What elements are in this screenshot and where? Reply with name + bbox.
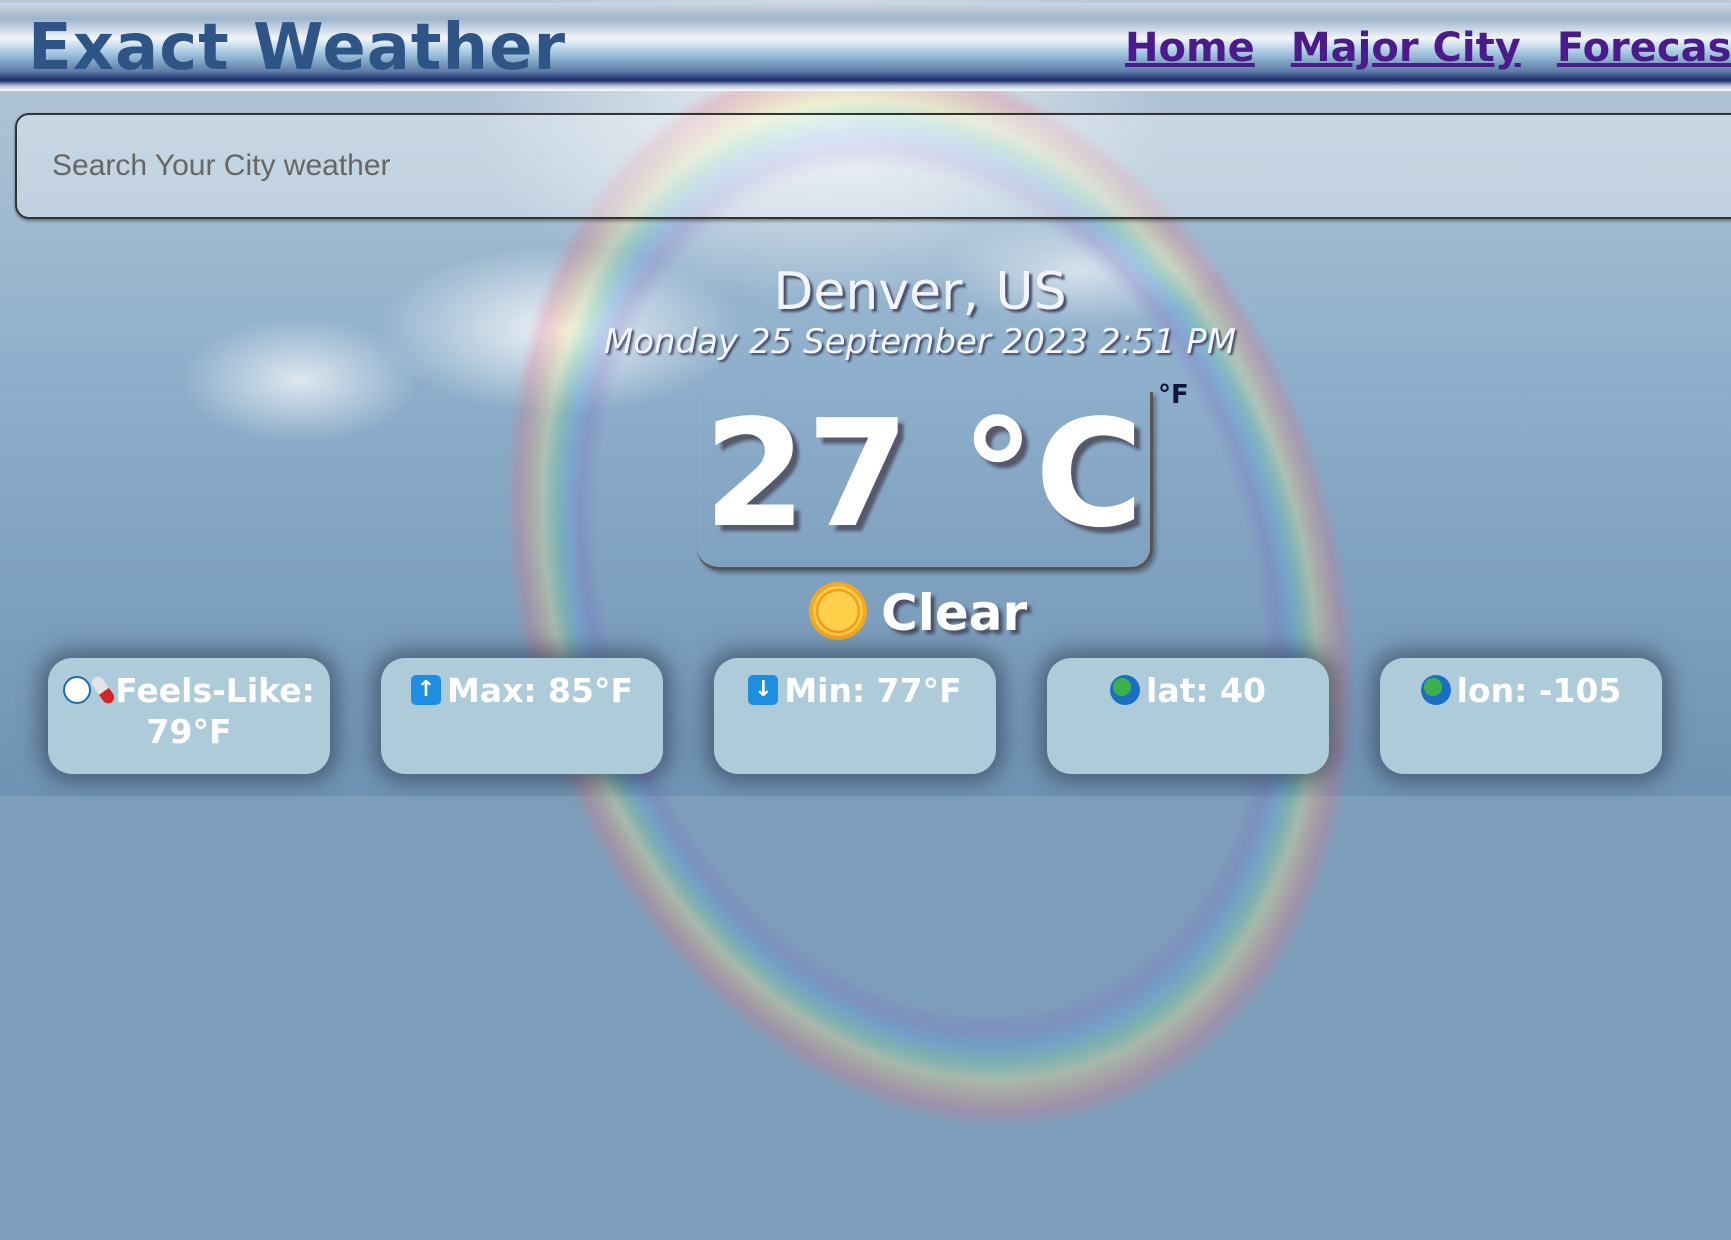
temperature-value: 27 °C	[703, 388, 1144, 560]
city-search-input[interactable]	[17, 115, 1731, 217]
feels-like-label: Feels-Like: 79°F	[115, 671, 315, 751]
globe-icon	[1110, 674, 1141, 705]
fahrenheit-toggle[interactable]: °F	[1158, 380, 1189, 410]
temperature-box: 27 °C	[697, 392, 1153, 570]
feels-like-card: Feels-Like: 79°F	[48, 658, 330, 774]
main-nav: Home Major City Forecast	[1125, 25, 1731, 71]
latitude-label: lat: 40	[1146, 671, 1266, 710]
max-temp-card: ↑ Max: 85°F	[381, 658, 663, 774]
down-arrow-icon: ↓	[748, 674, 779, 705]
nav-home-link[interactable]: Home	[1125, 25, 1255, 71]
search-box	[15, 113, 1731, 219]
nav-forecast-link[interactable]: Forecast	[1557, 25, 1731, 71]
brand-title: Exact Weather	[28, 11, 567, 85]
longitude-label: lon: -105	[1456, 671, 1622, 710]
up-arrow-icon: ↑	[410, 674, 441, 705]
nav-major-city-link[interactable]: Major City	[1291, 25, 1521, 71]
globe-icon	[1420, 674, 1451, 705]
longitude-card: lon: -105	[1380, 658, 1662, 774]
max-temp-label: Max: 85°F	[446, 671, 634, 710]
condition-label: Clear	[881, 584, 1028, 642]
smiling-sun-icon	[813, 585, 863, 636]
thermometer-icon	[89, 673, 117, 706]
min-temp-label: Min: 77°F	[784, 671, 962, 710]
weather-condition: Clear	[813, 584, 1027, 642]
snowman-icon	[63, 675, 92, 704]
city-name: Denver, US	[773, 262, 1067, 322]
latitude-card: lat: 40	[1047, 658, 1329, 774]
date-time: Monday 25 September 2023 2:51 PM	[603, 322, 1237, 362]
top-header: Exact Weather Home Major City Forecast	[0, 3, 1731, 91]
min-temp-card: ↓ Min: 77°F	[714, 658, 996, 774]
